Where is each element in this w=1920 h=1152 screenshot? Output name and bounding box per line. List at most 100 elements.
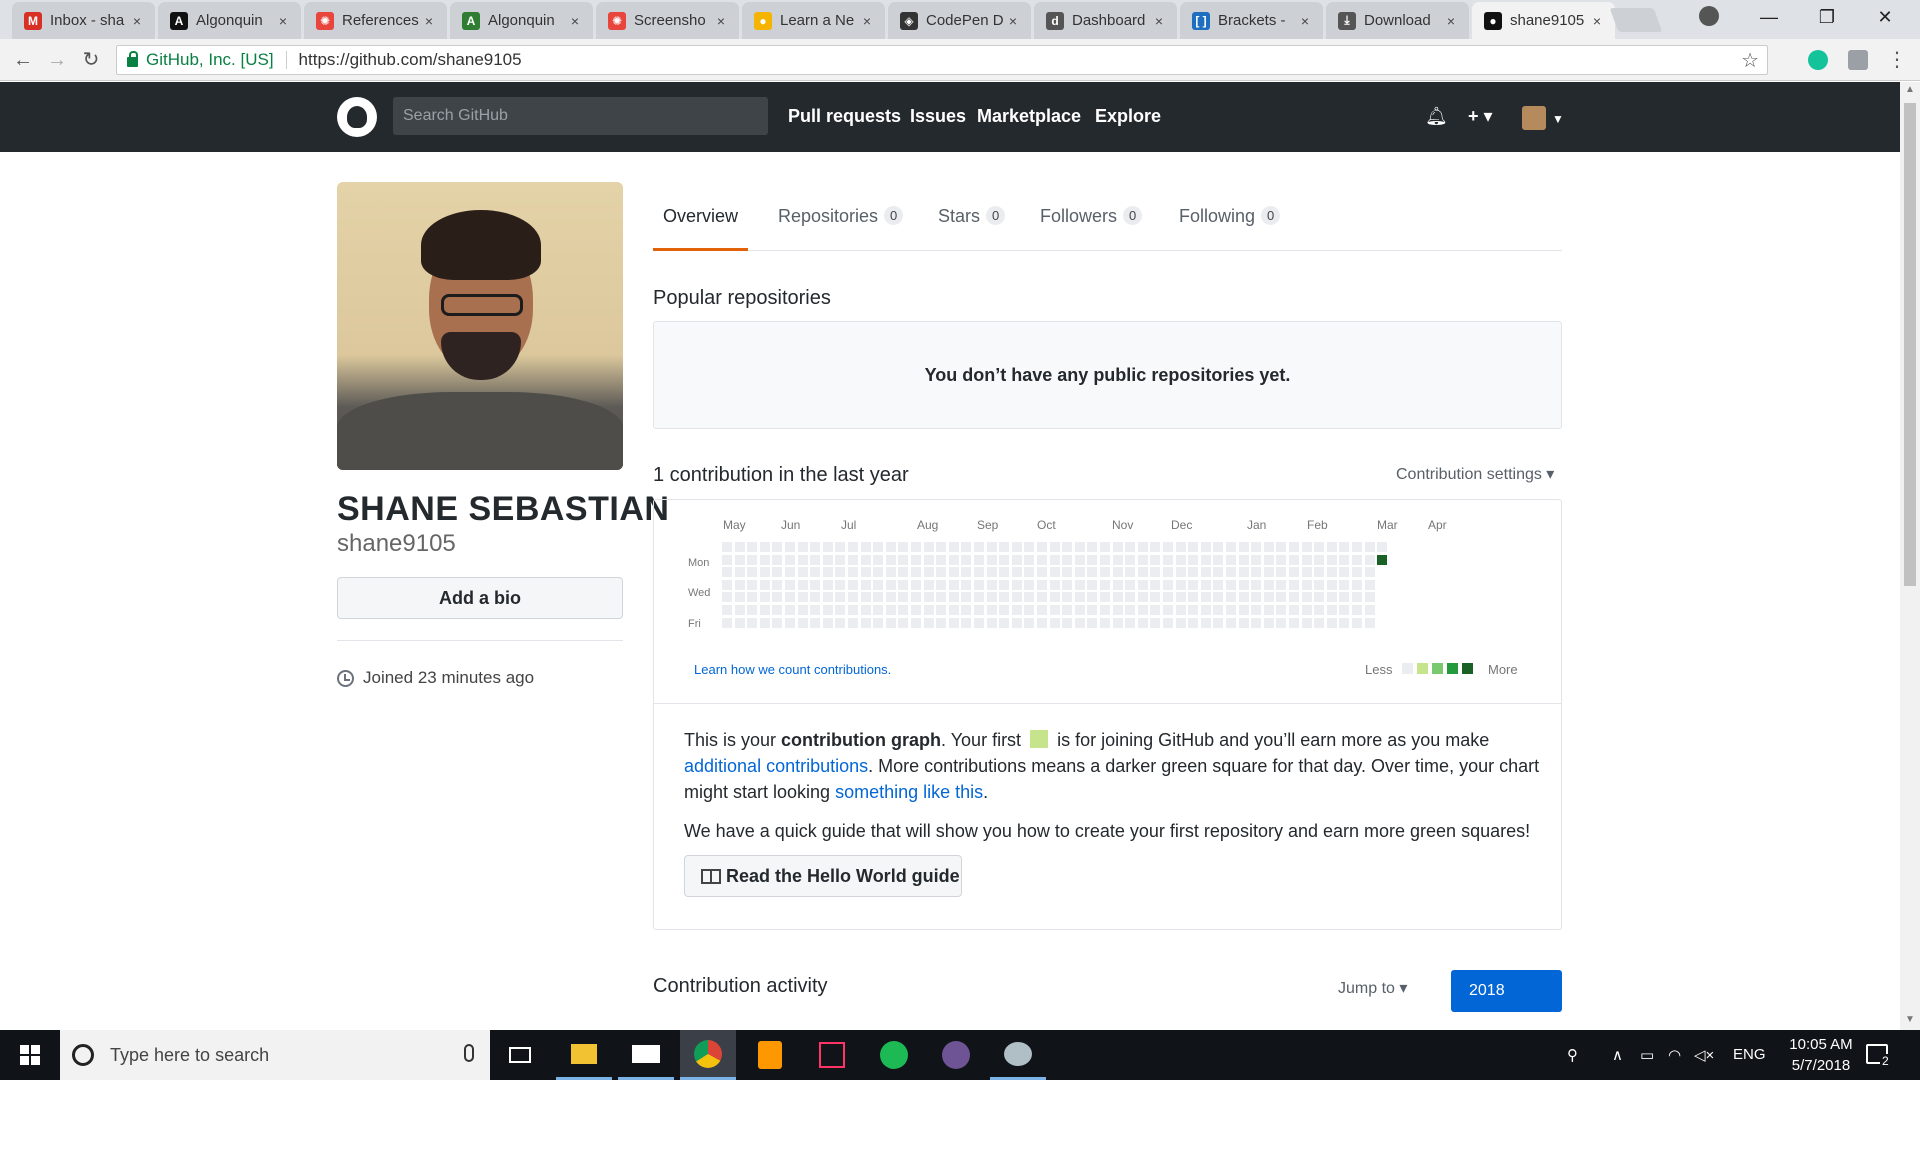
contribution-day[interactable] <box>1276 617 1287 628</box>
contribution-day[interactable] <box>1112 617 1123 628</box>
contribution-day[interactable] <box>1377 542 1388 552</box>
contribution-day[interactable] <box>1100 605 1110 615</box>
contribution-day[interactable] <box>810 554 821 565</box>
contribution-day[interactable] <box>1049 554 1060 565</box>
contribution-day[interactable] <box>974 592 984 603</box>
contribution-day[interactable] <box>860 617 871 628</box>
contribution-day[interactable] <box>1062 554 1073 565</box>
tab-close-icon[interactable]: × <box>567 13 583 29</box>
contribution-day[interactable] <box>734 592 745 603</box>
contribution-day[interactable] <box>1011 605 1022 615</box>
contribution-day[interactable] <box>1352 567 1362 578</box>
contribution-day[interactable] <box>747 567 758 578</box>
contribution-day[interactable] <box>911 579 921 590</box>
contribution-day[interactable] <box>1011 567 1022 578</box>
contribution-day[interactable] <box>898 579 909 590</box>
contribution-day[interactable] <box>848 617 858 628</box>
contribution-day[interactable] <box>1112 592 1123 603</box>
windows-start-button[interactable] <box>0 1030 60 1080</box>
contribution-day[interactable] <box>936 542 947 552</box>
contribution-day[interactable] <box>1263 554 1274 565</box>
contribution-day[interactable] <box>1125 554 1136 565</box>
grammarly-extension-icon[interactable] <box>1808 50 1828 70</box>
contribution-day[interactable] <box>1339 567 1350 578</box>
contribution-day[interactable] <box>1238 554 1249 565</box>
contribution-day[interactable] <box>1175 542 1186 552</box>
tray-chevron-up-icon[interactable]: ∧ <box>1612 1046 1623 1064</box>
tab-close-icon[interactable]: × <box>713 13 729 29</box>
contribution-day[interactable] <box>1352 579 1362 590</box>
address-bar[interactable]: GitHub, Inc. [US] https://github.com/sha… <box>116 45 1768 75</box>
contribution-day[interactable] <box>848 567 858 578</box>
contribution-day[interactable] <box>1188 579 1199 590</box>
contribution-day[interactable] <box>873 567 884 578</box>
contribution-day[interactable] <box>860 592 871 603</box>
contribution-day[interactable] <box>1326 592 1337 603</box>
contribution-day[interactable] <box>986 617 997 628</box>
contribution-day[interactable] <box>1049 567 1060 578</box>
contribution-day[interactable] <box>1188 592 1199 603</box>
contribution-day[interactable] <box>1175 605 1186 615</box>
contribution-day[interactable] <box>1301 579 1312 590</box>
something-like-this-link[interactable]: something like this <box>835 782 983 802</box>
contribution-day[interactable] <box>1100 617 1110 628</box>
contribution-day[interactable] <box>1238 579 1249 590</box>
contribution-day[interactable] <box>1087 554 1098 565</box>
contribution-day[interactable] <box>797 567 808 578</box>
contribution-day[interactable] <box>1289 592 1299 603</box>
contribution-day[interactable] <box>1037 542 1047 552</box>
nav-issues[interactable]: Issues <box>910 106 966 127</box>
contribution-day[interactable] <box>848 542 858 552</box>
chevron-down-icon[interactable]: ▼ <box>1552 112 1564 126</box>
contribution-day[interactable] <box>797 605 808 615</box>
contribution-day[interactable] <box>911 605 921 615</box>
contribution-day[interactable] <box>1314 592 1325 603</box>
contribution-day[interactable] <box>822 605 833 615</box>
contribution-day[interactable] <box>848 579 858 590</box>
contribution-day[interactable] <box>1100 554 1110 565</box>
contribution-day[interactable] <box>999 567 1010 578</box>
contribution-day[interactable] <box>785 567 795 578</box>
contribution-day[interactable] <box>1263 617 1274 628</box>
contribution-day[interactable] <box>1251 617 1262 628</box>
contribution-day[interactable] <box>898 617 909 628</box>
contribution-day[interactable] <box>822 579 833 590</box>
contribution-day[interactable] <box>1226 592 1236 603</box>
contribution-day[interactable] <box>1200 579 1211 590</box>
year-2018-button[interactable]: 2018 <box>1451 970 1562 1012</box>
contribution-day[interactable] <box>1238 605 1249 615</box>
contribution-day[interactable] <box>822 617 833 628</box>
contribution-day[interactable] <box>986 567 997 578</box>
contribution-day[interactable] <box>1276 579 1287 590</box>
contribution-day[interactable] <box>885 542 896 552</box>
camera-extension-icon[interactable] <box>1848 50 1868 70</box>
contribution-day[interactable] <box>1024 592 1035 603</box>
contribution-day[interactable] <box>948 554 959 565</box>
contribution-day[interactable] <box>734 542 745 552</box>
contribution-day[interactable] <box>974 579 984 590</box>
contribution-day[interactable] <box>848 605 858 615</box>
contribution-day[interactable] <box>1314 542 1325 552</box>
contribution-day[interactable] <box>734 579 745 590</box>
contribution-day[interactable] <box>986 605 997 615</box>
scrollbar-thumb[interactable] <box>1904 103 1916 586</box>
browser-tab[interactable]: d Dashboard × <box>1034 2 1177 39</box>
contribution-day[interactable] <box>1314 617 1325 628</box>
contribution-day[interactable] <box>1301 605 1312 615</box>
contribution-day[interactable] <box>873 605 884 615</box>
contribution-day[interactable] <box>722 617 732 628</box>
contribution-day[interactable] <box>885 605 896 615</box>
contribution-day[interactable] <box>1289 605 1299 615</box>
contribution-day[interactable] <box>822 554 833 565</box>
contribution-day[interactable] <box>1125 567 1136 578</box>
contribution-day[interactable] <box>810 605 821 615</box>
user-avatar-menu[interactable] <box>1522 106 1546 130</box>
contribution-day[interactable] <box>1213 617 1224 628</box>
contribution-day[interactable] <box>1100 592 1110 603</box>
close-window-icon[interactable]: ✕ <box>1856 0 1914 34</box>
contribution-day[interactable] <box>1062 592 1073 603</box>
contribution-day[interactable] <box>1200 592 1211 603</box>
contribution-day[interactable] <box>722 605 732 615</box>
contribution-day[interactable] <box>974 554 984 565</box>
contribution-day[interactable] <box>1188 567 1199 578</box>
